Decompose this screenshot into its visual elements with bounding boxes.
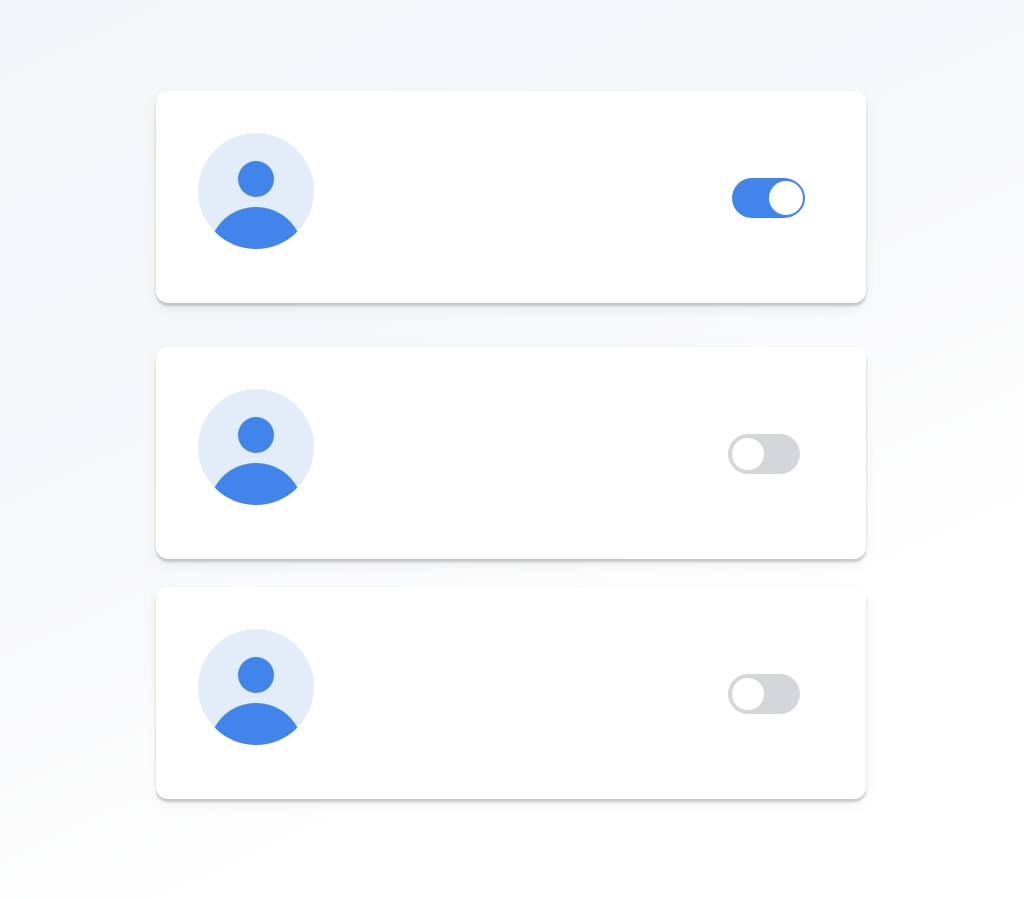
avatar	[198, 629, 314, 745]
toggle-knob	[730, 676, 766, 712]
toggle-switch[interactable]	[728, 674, 800, 714]
toggle-switch[interactable]	[728, 434, 800, 474]
avatar	[198, 389, 314, 505]
list-item	[156, 587, 866, 799]
person-icon	[198, 629, 314, 745]
person-icon	[198, 133, 314, 249]
person-icon	[198, 389, 314, 505]
toggle-knob	[730, 436, 766, 472]
list-item	[156, 91, 866, 303]
avatar	[198, 133, 314, 249]
toggle-switch[interactable]	[732, 178, 805, 218]
list-item	[156, 347, 866, 559]
toggle-knob	[767, 179, 805, 217]
